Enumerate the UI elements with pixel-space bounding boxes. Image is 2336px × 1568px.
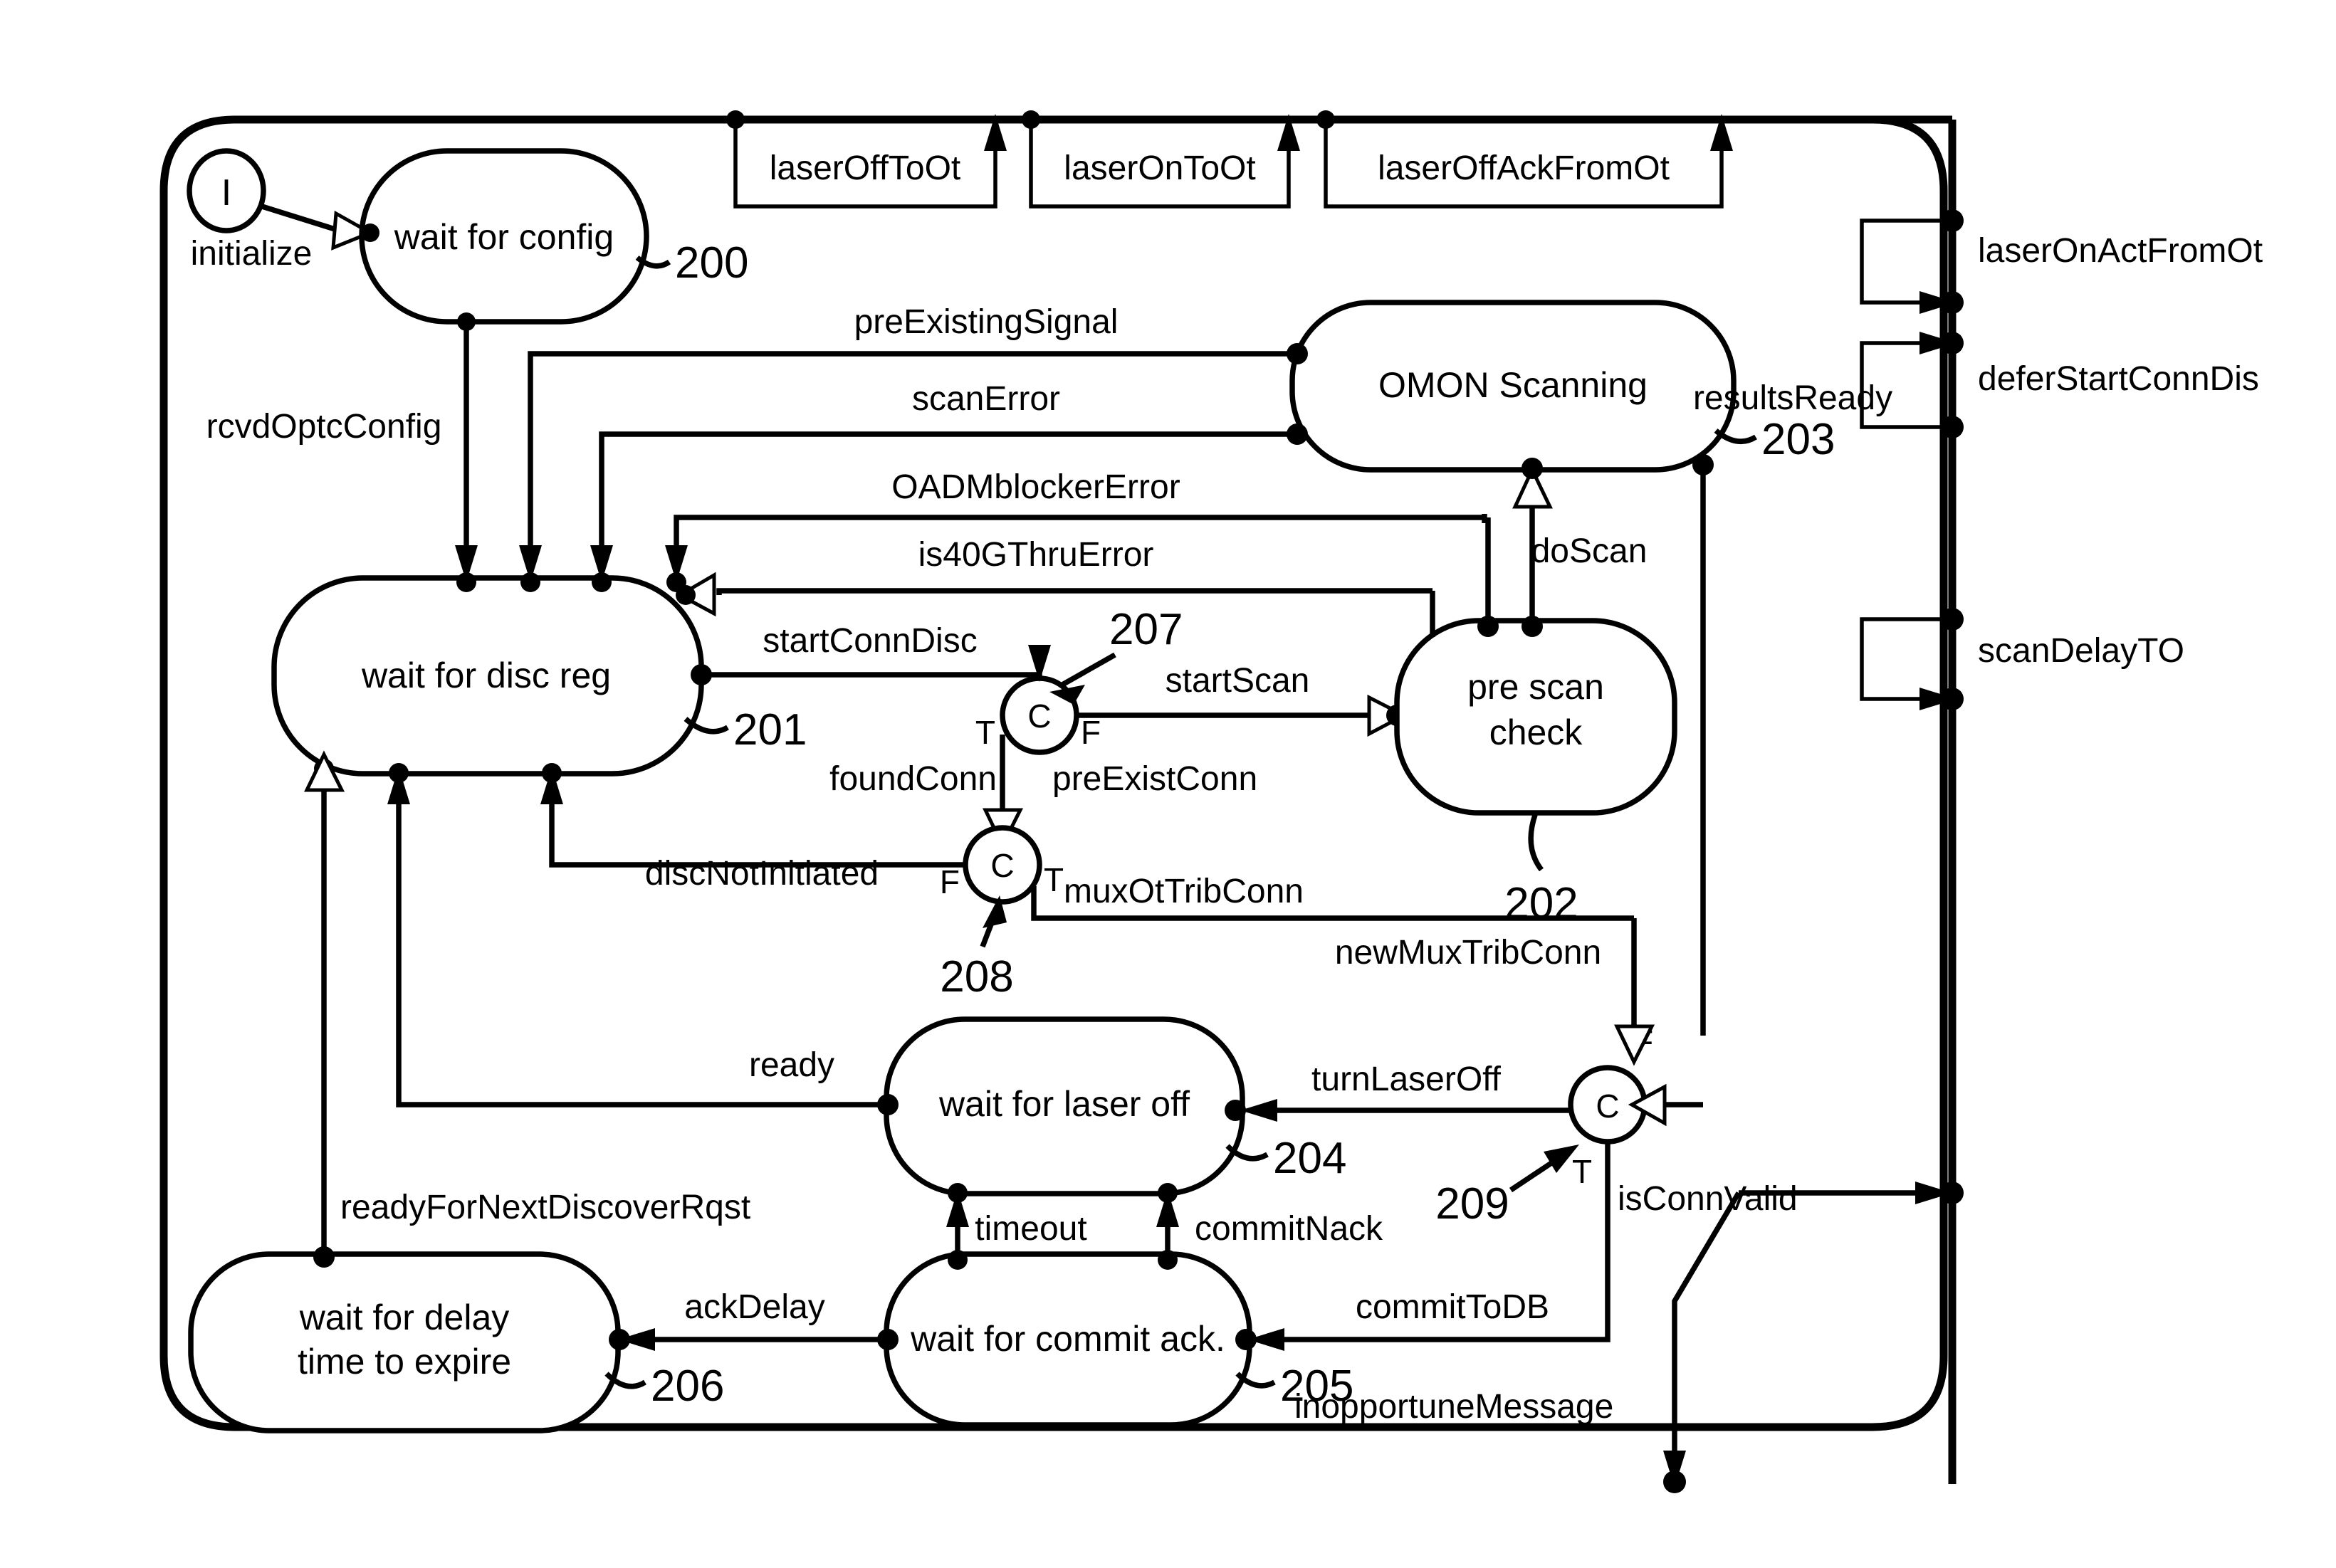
ref-206-label: 206	[651, 1362, 724, 1411]
transition-scanError-label: scanError	[912, 380, 1060, 418]
transition-turnLaserOff-label: turnLaserOff	[1311, 1061, 1502, 1098]
choice-208-false-label: F	[940, 863, 960, 900]
state-wait-for-delay-label-line2: time to expire	[298, 1342, 511, 1382]
state-wait-for-config-label: wait for config	[394, 217, 614, 257]
transition-timeout-label: timeout	[975, 1210, 1086, 1248]
ref-209-label: 209	[1435, 1179, 1509, 1228]
deferred-box-laserOnActFromOt-label: laserOnActFromOt	[1978, 232, 2263, 270]
junction-dot	[1941, 332, 1964, 354]
transition-startScan-label: startScan	[1166, 662, 1310, 700]
state-wait-for-disc-reg-label: wait for disc reg	[361, 656, 611, 695]
junction-dot	[1941, 608, 1964, 631]
choice-208-true-label: T	[1044, 861, 1064, 898]
transition-startConnDisc-label: startConnDisc	[763, 622, 977, 660]
ref-203-leader	[1714, 428, 1757, 444]
transition-doScan-label: doScan	[1531, 532, 1648, 570]
junction-dot	[1521, 458, 1543, 479]
transition-ready-label: ready	[749, 1046, 834, 1084]
junction-dot	[1287, 423, 1308, 445]
ref-208-label: 208	[940, 952, 1013, 1001]
junction-dot	[592, 572, 612, 592]
ref-202-label: 202	[1504, 879, 1578, 928]
junction-dot	[1941, 291, 1964, 314]
state-pre-scan-check-label-line2: check	[1489, 712, 1583, 752]
choice-207-glyph: C	[1027, 698, 1051, 735]
choice-208-glyph: C	[990, 847, 1014, 884]
junction-dot	[1692, 454, 1714, 475]
state-wait-for-commit-ack-label: wait for commit ack.	[910, 1319, 1225, 1359]
choice-207-false-label: F	[1081, 714, 1101, 751]
transition-commitNack-label: commitNack	[1195, 1210, 1383, 1248]
transition-readyForNextDiscoverRqst-label: readyForNextDiscoverRqst	[340, 1189, 750, 1226]
choice-209-true-label: T	[1572, 1153, 1592, 1190]
ref-203-label: 203	[1761, 415, 1835, 464]
junction-dot	[1235, 1329, 1257, 1350]
deferred-box-scanDelayTO	[1860, 617, 1952, 701]
ref-201-label: 201	[733, 705, 807, 754]
state-omon-scanning-label: OMON Scanning	[1378, 365, 1648, 405]
choice-209-glyph: C	[1596, 1088, 1619, 1125]
state-wait-for-delay-label-line1: wait for delay	[299, 1298, 510, 1337]
ref-202-leader	[1528, 811, 1544, 872]
junction-dot	[1941, 1182, 1964, 1204]
ref-200-label: 200	[675, 238, 748, 288]
state-pre-scan-check-label-line1: pre scan	[1467, 667, 1604, 707]
transition-preExistingSignal-label: preExistingSignal	[854, 303, 1119, 341]
diagram-canvas: I initialize wait for config 200 laserOf…	[0, 0, 2336, 1568]
transition-muxOtTribConn-label: muxOtTribConn	[1064, 873, 1304, 910]
junction-dot	[1941, 688, 1964, 710]
transition-discNotInitiated-line	[549, 790, 965, 868]
ref-207-label: 207	[1109, 605, 1183, 654]
junction-dot	[676, 585, 696, 605]
deferred-box-deferStartConnDis-label: deferStartConnDis	[1978, 360, 2259, 398]
transition-newMuxTribConn-label: newMuxTribConn	[1335, 934, 1601, 972]
deferred-box-laserOffToOt-label: laserOffToOt	[770, 149, 961, 187]
junction-dot	[1941, 209, 1964, 232]
transition-discNotInitiated-label: discNotInitiated	[645, 855, 879, 893]
junction-dot	[520, 572, 540, 592]
junction-dot	[1316, 110, 1335, 129]
junction-dot	[1287, 343, 1308, 364]
junction-dot	[726, 110, 745, 129]
transition-preExistConn-label: preExistConn	[1052, 760, 1257, 798]
transition-initialize-label: initialize	[191, 235, 313, 273]
junction-dot	[1941, 416, 1964, 438]
transition-resultsReady-label: resultsReady	[1693, 379, 1892, 417]
transition-foundConn-label: foundConn	[829, 760, 997, 798]
state-machine-diagram: I initialize wait for config 200 laserOf…	[159, 110, 2263, 1493]
transition-commitToDB-label: commitToDB	[1356, 1288, 1549, 1326]
deferred-box-scanDelayTO-label: scanDelayTO	[1978, 632, 2184, 670]
transition-OADMblockerError-label: OADMblockerError	[891, 468, 1180, 506]
transition-turnLaserOff-arrowhead	[1240, 1099, 1277, 1122]
ref-204-label: 204	[1273, 1134, 1346, 1183]
transition-inopportuneMessage-label: inopportuneMessage	[1294, 1388, 1613, 1426]
ref-207-leader	[1061, 652, 1116, 688]
transition-is40GThruError-label: is40GThruError	[918, 536, 1154, 574]
transition-is40GThruError-line	[716, 588, 1432, 595]
transition-isConnValid-label: isConnValid	[1618, 1180, 1798, 1218]
transition-rcvdOptcConfig-label: rcvdOptcConfig	[206, 408, 442, 446]
transition-initialize-line	[261, 204, 343, 234]
choice-207-true-label: T	[975, 714, 995, 751]
transition-ackDelay-label: ackDelay	[684, 1288, 824, 1326]
state-wait-for-laser-off-label: wait for laser off	[938, 1084, 1190, 1124]
deferred-box-laserOnToOt-label: laserOnToOt	[1064, 149, 1255, 187]
initial-pseudostate-glyph: I	[221, 172, 231, 214]
transition-startConnDisc-line	[701, 662, 1042, 678]
junction-dot	[1022, 110, 1040, 129]
junction-dot	[361, 223, 379, 242]
deferred-box-laserOnActFromOt	[1860, 219, 1952, 305]
deferred-box-laserOffAckFromOt-label: laserOffAckFromOt	[1378, 149, 1670, 187]
